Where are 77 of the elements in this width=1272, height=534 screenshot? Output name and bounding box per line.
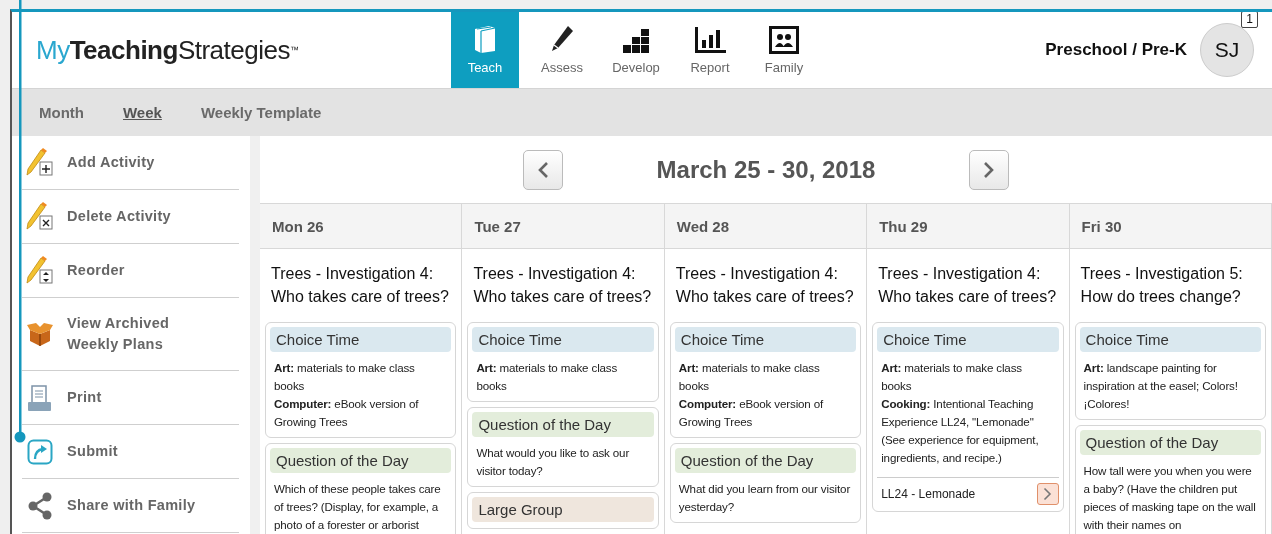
blocks-icon [622, 28, 650, 54]
activity-text: Computer: eBook version of Growing Trees [273, 396, 420, 430]
chevron-right-icon [983, 160, 996, 179]
notification-badge: 1 [1241, 12, 1258, 28]
pencil-cross-icon [25, 200, 55, 233]
activity-title: Choice Time [270, 327, 452, 352]
activity-title: Choice Time [472, 327, 654, 352]
next-week-button[interactable] [969, 149, 1010, 190]
activity-card[interactable]: Question of the Day Which of these people takes care of trees? (Display, for example, a photo of a forester or arborist [265, 443, 457, 534]
open-button[interactable] [1036, 483, 1059, 505]
activity-card[interactable]: Choice Time Art: materials to make class books Cooking: Intentional Teaching Experience LL24, "Lemonade" (See experience for equipment, ingredients, and recipe.) LL24 - Lemonade [872, 322, 1064, 512]
nav-tab[interactable]: Teach [451, 12, 519, 88]
nav-tab[interactable]: Family [747, 12, 821, 88]
pencil-plus-icon [25, 146, 55, 179]
activity-card[interactable]: Question of the Day What would you like to ask our visitor today? [467, 407, 659, 487]
activity-title: Question of the Day [1079, 430, 1261, 455]
activity-text: Cooking: Intentional Teaching Experience LL24, "Lemonade" (See experience for equipment, ingredients, and recipe.) [880, 396, 1040, 466]
bar-chart-icon [694, 26, 726, 54]
activity-card[interactable]: Choice Time Art: materials to make class books Computer: eBook version of Growing Trees [265, 322, 457, 438]
activity-title: Large Group [472, 497, 654, 522]
activity-text: What did you learn from our visitor yesterday? [677, 481, 852, 515]
activity-card[interactable]: Choice Time Art: materials to make class books Computer: eBook version of Growing Trees [669, 322, 862, 438]
day-topic: Trees - Investigation 4: Who takes care of trees? [674, 264, 855, 307]
activity-card[interactable]: Choice Time Art: materials to make class books [467, 322, 659, 402]
sidebar-item[interactable]: Submit [22, 425, 239, 479]
activity-card[interactable]: Large Group [467, 492, 659, 529]
experience-link[interactable]: LL24 - Lemonade [881, 487, 976, 501]
day-header: Fri 30 [1069, 204, 1271, 249]
nav-tab[interactable]: Report [673, 12, 747, 88]
activity-title: Question of the Day [472, 412, 654, 437]
activity-text: Art: materials to make class books [475, 360, 619, 394]
activity-text: Computer: eBook version of Growing Trees [677, 396, 825, 430]
box-icon [26, 321, 54, 347]
view-tab[interactable]: Weekly Template [200, 104, 322, 121]
view-tab[interactable]: Month [39, 104, 84, 121]
activity-title: Question of the Day [270, 448, 452, 473]
day-topic: Trees - Investigation 4: Who takes care of trees? [270, 264, 450, 307]
pencil-icon [549, 24, 575, 54]
day-header: Tue 27 [462, 204, 664, 249]
program-label[interactable]: Preschool / Pre-K [1045, 40, 1187, 60]
activity-card[interactable]: Question of the Day What did you learn from our visitor yesterday? [669, 443, 862, 523]
activity-text: Art: landscape painting for inspiration at the easel; Colors! ¡Colores! [1082, 360, 1239, 412]
activity-title: Question of the Day [674, 448, 857, 473]
day-header: Wed 28 [664, 204, 867, 249]
chevron-right-icon [1043, 487, 1053, 501]
activity-text: Which of these people takes care of trees? (Display, for example, a photo of a forester or arborist [273, 481, 442, 533]
avatar[interactable]: SJ [1200, 23, 1254, 77]
day-topic: Trees - Investigation 4: Who takes care of trees? [472, 264, 653, 307]
day-topic: Trees - Investigation 4: Who takes care of trees? [877, 264, 1058, 307]
nav-tab[interactable]: Develop [599, 12, 673, 88]
day-header: Thu 29 [867, 204, 1069, 249]
day-topic: Trees - Investigation 5: How do trees change? [1079, 264, 1244, 307]
sidebar-item[interactable]: Share with Family [22, 479, 239, 533]
book-icon [472, 24, 498, 54]
logo[interactable]: MyTeachingStrategies$^{™}$ [12, 12, 451, 88]
activity-title: Choice Time [674, 327, 857, 352]
activity-title: Choice Time [877, 327, 1059, 352]
activity-text: What would you like to ask our visitor today? [475, 445, 631, 479]
sidebar-item[interactable]: Delete Activity [22, 190, 239, 244]
activity-card[interactable]: Choice Time Art: landscape painting for inspiration at the easel; Colors! ¡Colores! [1074, 322, 1266, 420]
printer-icon [27, 383, 53, 412]
pencil-arrows-icon [25, 254, 55, 287]
share-icon [27, 491, 53, 520]
sidebar-item[interactable]: Print [22, 371, 239, 425]
chevron-left-icon [536, 160, 549, 179]
activity-card[interactable]: Question of the Day How tall were you when you were a baby? (Have the children put pieces of masking tape on the wall with their names on [1074, 425, 1266, 534]
activity-title: Choice Time [1079, 327, 1261, 352]
activity-text: Art: materials to make class books [880, 360, 1023, 394]
view-tab[interactable]: Week [123, 104, 162, 121]
nav-tab[interactable]: Assess [525, 12, 599, 88]
sidebar-item[interactable]: Add Activity [22, 136, 239, 190]
family-picture-icon [769, 26, 799, 54]
previous-week-button[interactable] [522, 149, 563, 190]
week-title: March 25 - 30, 2018 [656, 155, 876, 184]
day-header: Mon 26 [260, 204, 462, 249]
activity-text: How tall were you when you were a baby? (Have the children put pieces of masking tape on the wall with their names on [1082, 463, 1257, 533]
sidebar-item[interactable]: Reorder [22, 244, 239, 298]
